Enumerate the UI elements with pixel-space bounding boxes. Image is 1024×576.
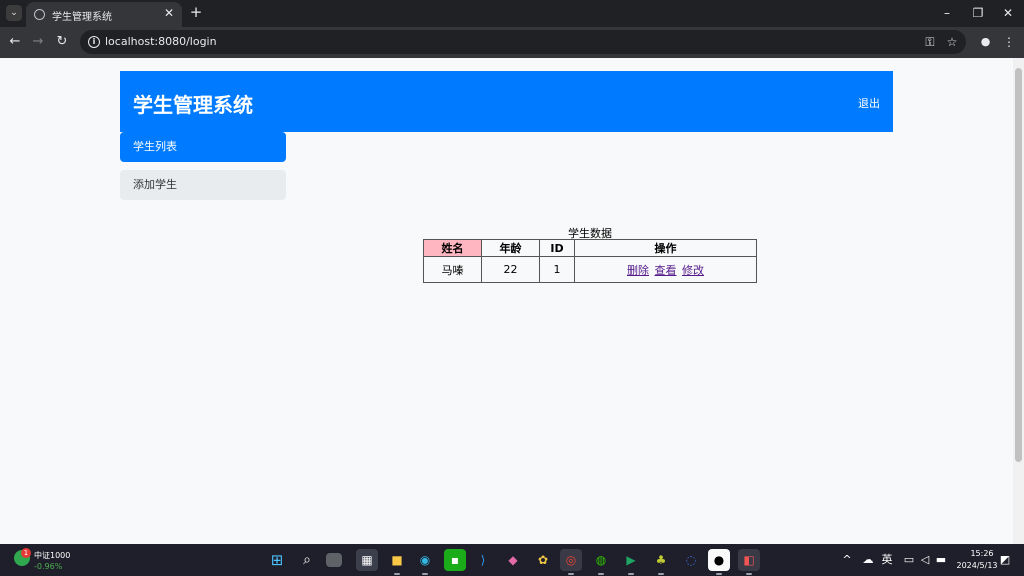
- back-arrow-icon[interactable]: ←: [7, 34, 23, 50]
- ime-indicator[interactable]: 英: [880, 552, 894, 568]
- more-menu-icon[interactable]: ⋮: [1003, 34, 1015, 50]
- file-explorer-icon[interactable]: ■: [386, 549, 408, 575]
- site-info-icon[interactable]: i: [88, 36, 100, 48]
- student-table: 姓名 年龄 ID 操作 马嗪 22 1 删除 查看 修改: [423, 239, 757, 283]
- logout-link[interactable]: 退出: [858, 95, 880, 111]
- clock-date[interactable]: 2024/5/13: [956, 561, 998, 570]
- battery-icon[interactable]: ▬: [934, 552, 948, 568]
- minimize-button[interactable]: –: [937, 3, 957, 23]
- delete-link[interactable]: 删除: [627, 264, 649, 277]
- address-bar[interactable]: i localhost:8080/login ⚿ ☆: [80, 30, 966, 54]
- column-header-actions: 操作: [574, 239, 757, 257]
- reload-icon[interactable]: ↻: [54, 34, 70, 50]
- forward-arrow-icon[interactable]: →: [30, 34, 46, 50]
- stock-change: -0.96%: [34, 562, 63, 571]
- notification-badge: 1: [21, 548, 31, 558]
- column-header-age: 年龄: [481, 239, 540, 257]
- tab-title: 学生管理系统: [52, 12, 112, 23]
- table-row: 马嗪 22 1 删除 查看 修改: [423, 256, 757, 283]
- taskbar: 1 中证1000 -0.96% ⊞ ⌕ ▦ ■ ◉ ▪ ⟩ ◆ ✿ ◎ ◍ ▶ …: [0, 544, 1024, 576]
- ide-icon[interactable]: ◧: [738, 549, 760, 575]
- url-text[interactable]: localhost:8080/login: [105, 35, 217, 48]
- new-tab-button[interactable]: +: [188, 4, 204, 20]
- browser-tab[interactable]: 学生管理系统 ✕: [26, 2, 182, 27]
- profile-icon[interactable]: ●: [978, 34, 993, 49]
- sidebar-item-student-list[interactable]: 学生列表: [120, 132, 286, 162]
- search-icon[interactable]: ⌕: [296, 549, 318, 571]
- globe-icon: [34, 9, 45, 20]
- site-header: 学生管理系统 退出: [120, 71, 893, 132]
- cell-name: 马嗪: [423, 256, 482, 283]
- tab-search-icon[interactable]: ⌄: [6, 5, 22, 21]
- scrollbar-thumb[interactable]: [1015, 68, 1022, 462]
- restore-button[interactable]: ❐: [968, 3, 988, 23]
- speaker-icon[interactable]: ◁: [918, 552, 932, 568]
- column-header-name: 姓名: [423, 239, 482, 257]
- password-key-icon[interactable]: ⚿: [922, 34, 938, 50]
- chrome-icon[interactable]: ◎: [560, 549, 582, 575]
- bookmark-star-icon[interactable]: ☆: [944, 34, 960, 50]
- edge-browser-icon[interactable]: ◉: [414, 549, 436, 575]
- tab-close-icon[interactable]: ✕: [162, 6, 176, 20]
- cell-actions: 删除 查看 修改: [574, 256, 757, 283]
- green-app-icon[interactable]: ▪: [444, 549, 466, 571]
- cell-id: 1: [539, 256, 575, 283]
- paw-app-icon[interactable]: ✿: [532, 549, 554, 571]
- plant-app-icon[interactable]: ♣: [650, 549, 672, 575]
- network-icon[interactable]: ▭: [902, 552, 916, 568]
- qq-icon[interactable]: ●: [708, 549, 730, 575]
- browser-toolbar: ← → ↻ i localhost:8080/login ⚿ ☆ ● ⋮: [0, 27, 1024, 58]
- clock-time[interactable]: 15:26: [968, 549, 996, 558]
- vscode-icon[interactable]: ⟩: [472, 549, 494, 571]
- table-header-row: 姓名 年龄 ID 操作: [423, 239, 757, 257]
- chevron-up-icon[interactable]: ^: [840, 552, 854, 568]
- ring-app-icon[interactable]: ◌: [680, 549, 702, 571]
- close-window-button[interactable]: ✕: [998, 3, 1018, 23]
- site-title: 学生管理系统: [133, 93, 253, 117]
- column-header-id: ID: [539, 239, 575, 257]
- task-view-icon[interactable]: [326, 553, 342, 567]
- view-link[interactable]: 查看: [655, 264, 677, 277]
- cloud-icon[interactable]: ☁: [861, 552, 875, 568]
- cell-age: 22: [481, 256, 540, 283]
- media-app-icon[interactable]: ▶: [620, 549, 642, 575]
- windows-start-icon[interactable]: ⊞: [266, 549, 288, 571]
- page-scrollbar[interactable]: [1013, 58, 1024, 544]
- sidebar-item-add-student[interactable]: 添加学生: [120, 170, 286, 200]
- edit-link[interactable]: 修改: [682, 264, 704, 277]
- wechat-icon[interactable]: ◍: [590, 549, 612, 575]
- store-icon[interactable]: ▦: [356, 549, 378, 571]
- app-icon[interactable]: ◆: [502, 549, 524, 571]
- notification-icon[interactable]: ◩: [998, 552, 1012, 568]
- stock-name: 中证1000: [34, 551, 71, 560]
- page-viewport: 学生管理系统 退出 学生列表 添加学生 学生数据 姓名 年龄 ID 操作 马嗪 …: [0, 58, 1013, 544]
- browser-tab-bar: ⌄ 学生管理系统 ✕ + – ❐ ✕: [0, 0, 1024, 27]
